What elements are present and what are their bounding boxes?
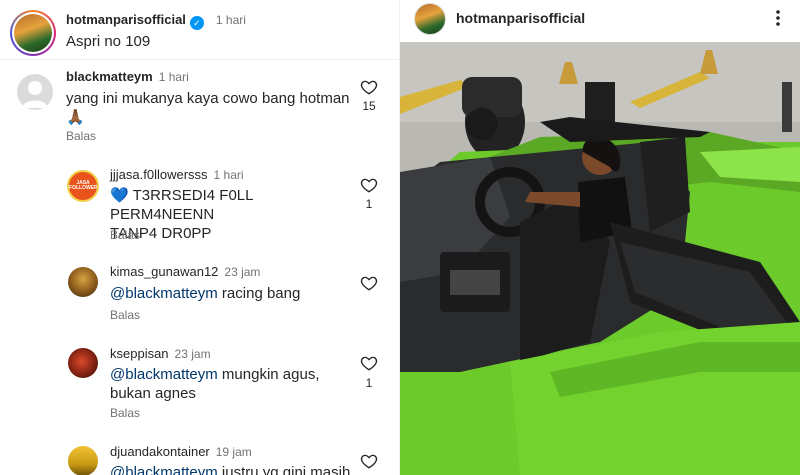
post-caption-header: hotmanparisofficial ✓ 1 hari <box>66 11 246 30</box>
comment-text-line: mungkin agus, <box>217 366 320 383</box>
media-author-avatar[interactable] <box>414 3 446 35</box>
post-caption: Aspri no 109 <box>66 33 151 50</box>
commenter-avatar[interactable]: JASA FOLLOWER <box>67 170 99 202</box>
comment-time: 1 hari <box>213 168 244 182</box>
comment-time: 23 jam <box>174 347 211 361</box>
like-count: 1 <box>365 376 373 390</box>
post-author-avatar[interactable] <box>10 10 56 56</box>
comment-text-body: yang ini mukanya kaya cowo bang hotman <box>66 90 350 107</box>
reply-button[interactable]: Balas <box>66 129 96 143</box>
comment-text-body: justru yg gini masih <box>217 464 351 475</box>
comment-time: 23 jam <box>224 265 261 279</box>
media-author-username[interactable]: hotmanparisofficial <box>456 10 585 26</box>
praying-hands-emoji: 🙏🏾 <box>66 109 85 126</box>
like-heart-icon[interactable] <box>360 78 378 96</box>
comment-time: 19 jam <box>215 445 252 459</box>
post-time: 1 hari <box>215 13 246 27</box>
like-heart-icon[interactable] <box>360 452 378 470</box>
comment-username[interactable]: kseppisan <box>110 346 169 361</box>
car-photo-illustration <box>400 42 800 475</box>
like-count: 1 <box>365 197 373 211</box>
comment-text-line: bukan agnes <box>110 385 196 402</box>
comment-username[interactable]: jjjasa.f0llowersss <box>110 167 208 182</box>
comment-username[interactable]: blackmatteym <box>66 69 153 84</box>
avatar-logo-text: JASA FOLLOWER <box>69 180 98 191</box>
post-author-username[interactable]: hotmanparisofficial <box>66 12 186 27</box>
reply-button[interactable]: Balas <box>110 406 140 420</box>
comments-panel: hotmanparisofficial ✓ 1 hari Aspri no 109 … <box>0 0 400 475</box>
like-count: 15 <box>362 99 376 113</box>
blue-heart-emoji: 💙 <box>110 187 129 204</box>
like-heart-icon[interactable] <box>360 354 378 372</box>
like-heart-icon[interactable] <box>360 176 378 194</box>
commenter-avatar[interactable] <box>68 267 98 297</box>
commenter-avatar[interactable] <box>68 446 98 475</box>
divider <box>0 59 399 60</box>
post-photo[interactable] <box>400 42 800 475</box>
verified-badge-icon: ✓ <box>189 16 204 30</box>
more-options-icon[interactable] <box>774 8 782 28</box>
reply-button[interactable]: Balas <box>110 228 140 242</box>
commenter-avatar[interactable] <box>17 74 53 110</box>
mention-link[interactable]: @blackmatteym <box>110 285 218 302</box>
default-avatar-icon <box>22 81 48 108</box>
commenter-avatar[interactable] <box>68 348 98 378</box>
comment-text-line: T3RRSEDI4 F0LL PERM4NEENN <box>110 187 253 223</box>
comment-text-body: racing bang <box>217 285 301 302</box>
like-heart-icon[interactable] <box>360 274 378 292</box>
comment-text: @blackmatteym justru yg gini masih <box>110 463 350 475</box>
mention-link[interactable]: @blackmatteym <box>110 366 218 383</box>
mention-link[interactable]: @blackmatteym <box>110 464 218 475</box>
comment-time: 1 hari <box>158 70 189 84</box>
media-header: hotmanparisofficial <box>400 0 800 42</box>
comment-text: 💙 T3RRSEDI4 F0LL PERM4NEENN TANP4 DR0PP <box>110 186 360 243</box>
comment-username[interactable]: djuandakontainer <box>110 444 210 459</box>
comment-text: @blackmatteym racing bang <box>110 284 300 303</box>
comment-username[interactable]: kimas_gunawan12 <box>110 264 218 279</box>
comment-text: @blackmatteym mungkin agus, bukan agnes <box>110 365 360 403</box>
media-panel: hotmanparisofficial <box>400 0 800 475</box>
reply-button[interactable]: Balas <box>110 308 140 322</box>
comment-text: yang ini mukanya kaya cowo bang hotman 🙏… <box>66 89 356 127</box>
